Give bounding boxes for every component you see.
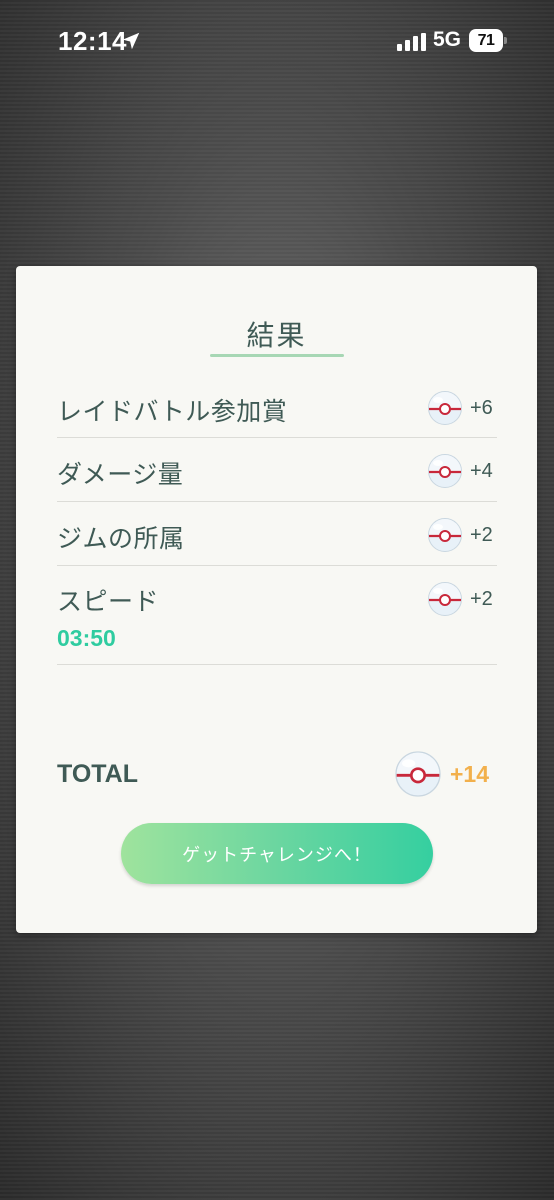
premier-ball-icon bbox=[428, 518, 462, 552]
row-label: ジムの所属 bbox=[57, 524, 185, 553]
signal-bars-icon bbox=[397, 33, 426, 51]
row-value: +6 bbox=[470, 397, 493, 419]
battery-icon: 71 bbox=[469, 29, 507, 52]
premier-ball-icon bbox=[428, 391, 462, 425]
status-time: 12:14 bbox=[58, 26, 127, 56]
premier-ball-icon bbox=[428, 582, 462, 616]
premier-ball-icon bbox=[395, 751, 441, 797]
result-row-participation: レイドバトル参加賞 +6 bbox=[57, 376, 497, 438]
premier-ball-icon bbox=[428, 454, 462, 488]
status-bar: 12:14 5G 71 bbox=[0, 0, 554, 84]
title-underline bbox=[210, 354, 344, 357]
row-label: ダメージ量 bbox=[57, 460, 184, 489]
total-value: +14 bbox=[450, 761, 490, 787]
row-value: +2 bbox=[470, 524, 493, 546]
result-row-speed: スピード 03:50 +2 bbox=[57, 567, 497, 665]
get-challenge-button[interactable]: ゲットチャレンジへ！ bbox=[121, 823, 433, 884]
location-arrow-icon bbox=[122, 32, 140, 50]
result-title: 結果 bbox=[246, 319, 307, 352]
result-row-gym: ジムの所属 +2 bbox=[57, 503, 497, 566]
speed-time: 03:50 bbox=[57, 625, 116, 651]
result-card: 結果 レイドバトル参加賞 +6 ダメージ量 +4 ジムの所属 +2 スピード 0… bbox=[16, 266, 537, 933]
row-value: +4 bbox=[470, 460, 493, 482]
row-value: +2 bbox=[470, 588, 493, 610]
row-label: スピード bbox=[57, 587, 160, 616]
network-type: 5G bbox=[433, 28, 462, 51]
total-label: TOTAL bbox=[57, 760, 139, 788]
result-row-damage: ダメージ量 +4 bbox=[57, 439, 497, 502]
battery-level: 71 bbox=[469, 29, 503, 52]
row-label: レイドバトル参加賞 bbox=[57, 397, 288, 426]
